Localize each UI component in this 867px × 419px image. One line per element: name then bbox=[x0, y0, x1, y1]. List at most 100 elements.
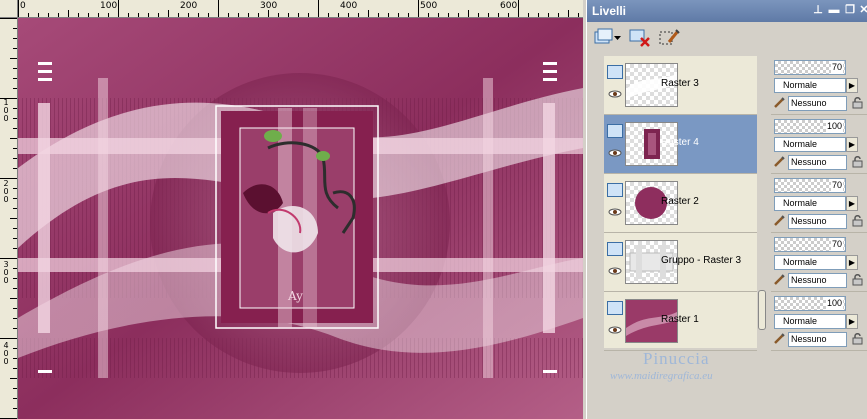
ruler-tick bbox=[13, 188, 17, 189]
layer-name: Raster 3 bbox=[661, 78, 699, 89]
ruler-tick bbox=[10, 218, 17, 219]
layer-row-raster-2[interactable]: Raster 2 bbox=[604, 174, 757, 233]
ruler-tick bbox=[13, 358, 17, 359]
raster-layer-icon bbox=[607, 301, 623, 315]
layer-name: Gruppo - Raster 3 bbox=[661, 255, 742, 266]
panel-title: Livelli bbox=[592, 4, 627, 18]
eye-icon[interactable] bbox=[608, 149, 622, 157]
ruler-tick bbox=[228, 13, 229, 17]
ruler-tick bbox=[10, 58, 17, 59]
image-canvas[interactable]: Ay bbox=[18, 18, 583, 419]
panel-splitter-handle[interactable] bbox=[758, 290, 766, 330]
ruler-tick bbox=[13, 88, 17, 89]
ruler-tick bbox=[13, 328, 17, 329]
ruler-tick bbox=[13, 68, 17, 69]
ruler-tick bbox=[13, 248, 17, 249]
group-layer-icon bbox=[607, 242, 623, 256]
watermark-url: www.maidiregrafica.eu bbox=[610, 370, 713, 382]
blend-mode-select[interactable]: Normale bbox=[774, 196, 846, 211]
ruler-label: 0 bbox=[20, 1, 26, 11]
ruler-tick bbox=[358, 13, 359, 17]
brush-icon[interactable] bbox=[773, 332, 786, 345]
opacity-slider[interactable]: 70 bbox=[774, 60, 846, 75]
mask-select[interactable]: Nessuno bbox=[788, 214, 847, 229]
lock-icon[interactable] bbox=[851, 155, 864, 168]
layer-row-raster-1[interactable]: Raster 1 bbox=[604, 292, 757, 351]
brush-icon[interactable] bbox=[773, 155, 786, 168]
blend-mode-dropdown-icon[interactable]: ▶ bbox=[846, 314, 858, 329]
blend-mode-dropdown-icon[interactable]: ▶ bbox=[846, 78, 858, 93]
ruler-tick bbox=[0, 258, 17, 259]
mask-select[interactable]: Nessuno bbox=[788, 273, 847, 288]
eye-icon[interactable] bbox=[608, 90, 622, 98]
ruler-label: 400 bbox=[340, 1, 358, 11]
ruler-tick bbox=[78, 13, 79, 17]
pin-icon[interactable]: ⊥ bbox=[811, 3, 825, 17]
opacity-slider[interactable]: 70 bbox=[774, 178, 846, 193]
mask-select[interactable]: Nessuno bbox=[788, 155, 847, 170]
opacity-value: 70 bbox=[830, 238, 843, 251]
layer-row-gruppo-raster-3[interactable]: Gruppo - Raster 3 bbox=[604, 233, 757, 292]
ruler-tick bbox=[578, 13, 579, 17]
opacity-value: 100 bbox=[825, 297, 843, 310]
restore-icon[interactable]: ❐ bbox=[843, 3, 857, 17]
ruler-tick bbox=[498, 13, 499, 17]
ruler-tick bbox=[518, 0, 519, 17]
ruler-tick bbox=[13, 208, 17, 209]
blend-mode-select[interactable]: Normale bbox=[774, 78, 846, 93]
lock-icon[interactable] bbox=[851, 214, 864, 227]
blend-mode-dropdown-icon[interactable]: ▶ bbox=[846, 137, 858, 152]
blend-mode-select[interactable]: Normale bbox=[774, 314, 846, 329]
ruler-tick bbox=[368, 10, 369, 17]
layer-row-raster-3[interactable]: Raster 3 bbox=[604, 56, 757, 115]
ruler-tick bbox=[198, 13, 199, 17]
lock-icon[interactable] bbox=[851, 273, 864, 286]
ruler-tick bbox=[218, 0, 219, 17]
lock-icon[interactable] bbox=[851, 96, 864, 109]
ruler-tick bbox=[568, 10, 569, 17]
ruler-tick bbox=[448, 13, 449, 17]
ruler-tick bbox=[188, 13, 189, 17]
lock-icon[interactable] bbox=[851, 332, 864, 345]
ruler-corner bbox=[0, 0, 18, 18]
delete-layer-icon[interactable] bbox=[629, 28, 653, 50]
raster-layer-icon bbox=[607, 65, 623, 79]
ruler-tick bbox=[538, 13, 539, 17]
opacity-slider[interactable]: 100 bbox=[774, 296, 846, 311]
blend-mode-select[interactable]: Normale bbox=[774, 255, 846, 270]
ruler-tick bbox=[10, 378, 17, 379]
ruler-tick bbox=[508, 13, 509, 17]
layer-name: Raster 4 bbox=[661, 137, 699, 148]
minimize-icon[interactable]: ▬ bbox=[827, 3, 841, 17]
eye-icon[interactable] bbox=[608, 267, 622, 275]
dropdown-arrow-icon[interactable] bbox=[613, 28, 623, 50]
opacity-slider[interactable]: 100 bbox=[774, 119, 846, 134]
blend-mode-dropdown-icon[interactable]: ▶ bbox=[846, 196, 858, 211]
opacity-slider[interactable]: 70 bbox=[774, 237, 846, 252]
ruler-tick bbox=[13, 288, 17, 289]
brush-icon[interactable] bbox=[773, 96, 786, 109]
brush-icon[interactable] bbox=[773, 273, 786, 286]
mask-select[interactable]: Nessuno bbox=[788, 332, 847, 347]
brush-icon[interactable] bbox=[773, 214, 786, 227]
ruler-tick bbox=[13, 28, 17, 29]
ruler-tick bbox=[398, 13, 399, 17]
ruler-tick bbox=[318, 0, 319, 17]
ruler-tick bbox=[13, 318, 17, 319]
close-icon[interactable]: ✕ bbox=[857, 3, 867, 17]
opacity-value: 100 bbox=[825, 120, 843, 133]
ruler-tick bbox=[548, 13, 549, 17]
eye-icon[interactable] bbox=[608, 208, 622, 216]
layer-name: Raster 1 bbox=[661, 314, 699, 325]
eye-icon[interactable] bbox=[608, 326, 622, 334]
ruler-tick bbox=[13, 228, 17, 229]
ruler-tick bbox=[428, 13, 429, 17]
layer-list: Raster 3 Raster 4 Raster 2 Gruppo - Rast… bbox=[604, 56, 757, 351]
ruler-tick bbox=[13, 388, 17, 389]
ruler-tick bbox=[208, 13, 209, 17]
edit-layer-icon[interactable] bbox=[659, 28, 683, 50]
blend-mode-dropdown-icon[interactable]: ▶ bbox=[846, 255, 858, 270]
mask-select[interactable]: Nessuno bbox=[788, 96, 847, 111]
blend-mode-select[interactable]: Normale bbox=[774, 137, 846, 152]
layer-row-raster-4[interactable]: Raster 4 bbox=[604, 115, 757, 174]
